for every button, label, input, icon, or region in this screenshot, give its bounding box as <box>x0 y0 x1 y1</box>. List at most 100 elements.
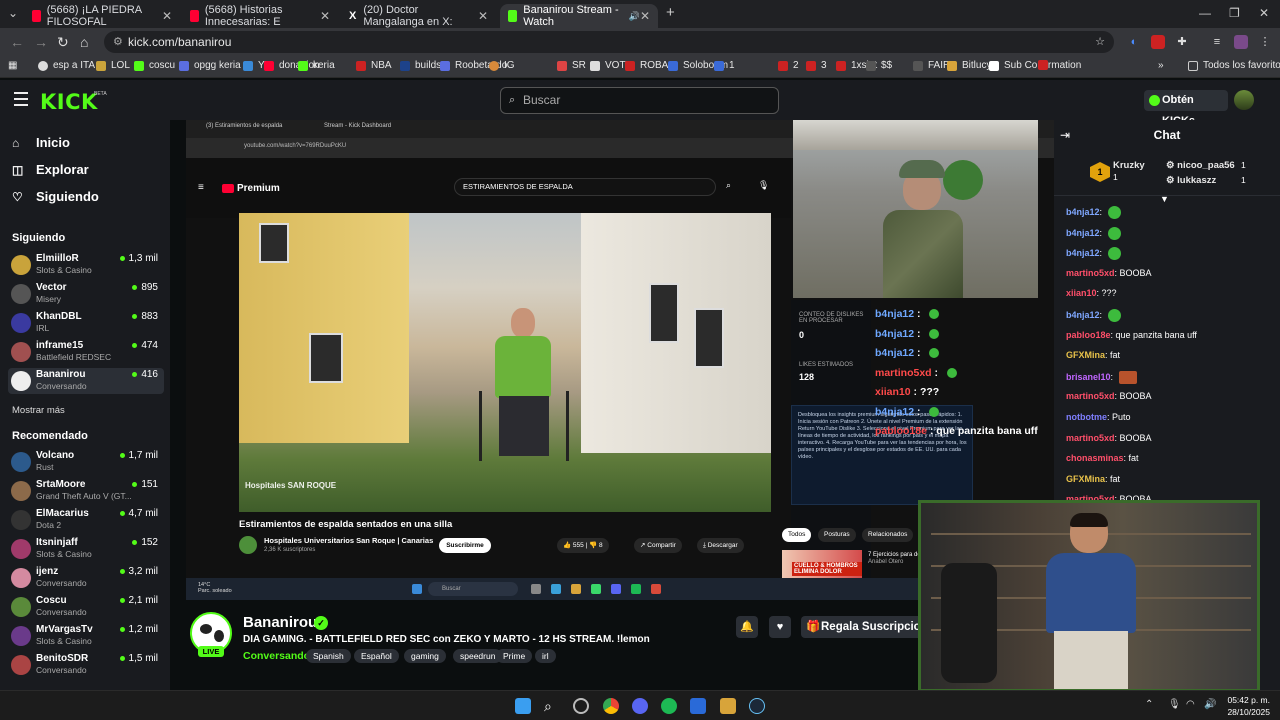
close-tab-icon[interactable]: ✕ <box>478 9 488 23</box>
sidebar-channel-volcano[interactable]: Volcano Rust 1,7 mil <box>8 449 164 475</box>
user-avatar[interactable] <box>1234 90 1254 110</box>
more-bookmarks-icon[interactable]: » <box>1158 60 1164 71</box>
extension-icon[interactable]: ◐ <box>1127 35 1141 49</box>
extension-icon[interactable] <box>1151 35 1165 49</box>
sidebar-channel-elmacarius[interactable]: ElMacarius Dota 2 4,7 mil <box>8 507 164 533</box>
bookmark[interactable]: 1 <box>714 60 735 71</box>
menu-dots-icon[interactable]: ⋮ <box>1258 35 1272 49</box>
tab-search-icon[interactable]: ⌄ <box>8 6 18 20</box>
chat-username[interactable]: chonasminas <box>1066 453 1124 463</box>
extensions-puzzle-icon[interactable]: ✚ <box>1175 35 1189 49</box>
wifi-icon[interactable]: ◠ <box>1186 699 1195 710</box>
sidebar-channel-mrvargastv[interactable]: MrVargasTv Slots & Casino 1,2 mil <box>8 623 164 649</box>
chat-username[interactable]: notbotme <box>1066 412 1107 422</box>
bookmark[interactable]: IG <box>489 60 515 71</box>
close-window-icon[interactable]: ✕ <box>1259 6 1269 20</box>
bookmark[interactable] <box>1038 60 1053 70</box>
nav-home[interactable]: ⌂ Inicio <box>12 135 70 150</box>
streamer-name[interactable]: Bananirou <box>243 614 317 631</box>
browser-tab[interactable]: X (20) Doctor Mangalanga en X: ✕ <box>340 4 496 28</box>
bookmark[interactable]: NBA <box>356 60 392 71</box>
star-icon[interactable]: ☆ <box>1093 35 1107 49</box>
bookmark[interactable]: keria <box>298 60 335 71</box>
restore-icon[interactable]: ❐ <box>1229 6 1240 20</box>
bookmark[interactable]: LOL <box>96 60 130 71</box>
bookmark[interactable]: Sub Confirmation <box>989 60 1081 71</box>
stream-tag[interactable]: Prime <box>496 649 533 663</box>
close-tab-icon[interactable]: ✕ <box>640 9 650 23</box>
chat-username[interactable]: brisanel10 <box>1066 372 1111 382</box>
leader-name[interactable]: ⚙ lukkaszz <box>1166 175 1216 186</box>
home-icon[interactable]: ⌂ <box>80 34 88 50</box>
sidebar-channel-bananirou[interactable]: Bananirou Conversando 416 <box>8 368 164 394</box>
windows-start-icon[interactable] <box>515 698 531 714</box>
bookmark[interactable]: ROBA <box>625 60 668 71</box>
stream-category[interactable]: Conversando <box>243 650 310 662</box>
tray-chevron-icon[interactable]: ⌃ <box>1145 699 1153 710</box>
bookmark[interactable]: SR <box>557 60 586 71</box>
bookmark[interactable]: Bitlucy <box>947 60 991 71</box>
search-input[interactable]: ⌕ Buscar <box>500 87 779 114</box>
show-more-link[interactable]: Mostrar más <box>12 405 65 416</box>
browser-tab[interactable]: (5668) Historias Innecesarias: E ✕ <box>182 4 338 28</box>
back-icon[interactable]: ← <box>10 34 24 50</box>
follow-heart-button[interactable]: ♥ <box>769 616 791 638</box>
sidebar-channel-elmiillor[interactable]: ElmiilloR Slots & Casino 1,3 mil <box>8 252 164 278</box>
spotify-icon[interactable] <box>661 698 677 714</box>
site-info-icon[interactable]: ⚙ <box>113 31 123 53</box>
bookmark[interactable]: coscu <box>134 60 175 71</box>
chrome-icon[interactable] <box>603 698 619 714</box>
expand-leaderboard-icon[interactable]: ▼ <box>1160 194 1169 204</box>
search-icon[interactable]: ⌕ <box>544 698 560 714</box>
notepad-icon[interactable] <box>690 698 706 714</box>
chat-username[interactable]: martino5xd <box>1066 268 1115 278</box>
chat-username[interactable]: b4nja12 <box>1066 310 1100 320</box>
chat-username[interactable]: GFXMina <box>1066 350 1105 360</box>
mic-icon[interactable]: 🎙 <box>1168 699 1181 710</box>
sidebar-channel-khandbl[interactable]: KhanDBL IRL 883 <box>8 310 164 336</box>
sidebar-channel-ijenz[interactable]: ijenz Conversando 3,2 mil <box>8 565 164 591</box>
chat-username[interactable]: xiian10 <box>1066 288 1097 298</box>
bookmark[interactable]: esp a ITA <box>38 60 95 71</box>
stream-tag[interactable]: Español <box>354 649 399 663</box>
bookmark[interactable]: builds <box>400 60 441 71</box>
discord-icon[interactable] <box>632 698 648 714</box>
get-kicks-button[interactable]: Obtén KICKs <box>1144 90 1228 127</box>
new-tab-icon[interactable]: + <box>666 4 675 21</box>
chat-username[interactable]: b4nja12 <box>1066 207 1100 217</box>
settings-gear-icon[interactable] <box>573 698 589 714</box>
nav-explore[interactable]: ◫ Explorar <box>12 162 89 177</box>
apps-icon[interactable]: ▦ <box>8 60 17 71</box>
bookmark[interactable]: $$ <box>866 60 892 71</box>
chat-username[interactable]: pabloo18e <box>1066 330 1111 340</box>
chat-username[interactable]: martino5xd <box>1066 391 1115 401</box>
kick-logo[interactable]: KICK <box>40 90 98 114</box>
sidebar-channel-coscu[interactable]: Coscu Conversando 2,1 mil <box>8 594 164 620</box>
close-tab-icon[interactable]: ✕ <box>320 9 330 23</box>
stream-tag[interactable]: Spanish <box>306 649 351 663</box>
chat-username[interactable]: GFXMina <box>1066 474 1105 484</box>
taskbar-clock[interactable]: 05:42 p. m. 28/10/2025 <box>1227 694 1270 718</box>
sidebar-channel-vector[interactable]: Vector Misery 895 <box>8 281 164 307</box>
chat-username[interactable]: b4nja12 <box>1066 227 1100 237</box>
sidebar-channel-benitosdr[interactable]: BenitoSDR Conversando 1,5 mil <box>8 652 164 678</box>
leader-name[interactable]: ⚙ nicoo_paa56 <box>1166 160 1235 171</box>
stream-tag[interactable]: gaming <box>404 649 446 663</box>
sidebar-channel-itsninjaff[interactable]: Itsninjaff Slots & Casino 152 <box>8 536 164 562</box>
volume-icon[interactable]: 🔊 <box>1204 699 1216 710</box>
chat-username[interactable]: martino5xd <box>1066 433 1115 443</box>
close-tab-icon[interactable]: ✕ <box>162 9 172 23</box>
sidebar-channel-srtamoore[interactable]: SrtaMoore Grand Theft Auto V (GT... 151 <box>8 478 164 504</box>
leader-name[interactable]: Kruzky <box>1113 160 1145 171</box>
gift-subs-button[interactable]: 🎁 Regala Suscripciones <box>801 616 931 638</box>
forward-icon[interactable]: → <box>34 34 48 50</box>
reload-icon[interactable]: ↻ <box>57 34 69 51</box>
all-bookmarks[interactable]: Todos los favoritos <box>1188 60 1280 71</box>
hamburger-menu-icon[interactable] <box>14 92 28 110</box>
stream-tag[interactable]: irl <box>535 649 556 663</box>
nav-following[interactable]: ♡ Siguiendo <box>12 189 99 204</box>
media-control-icon[interactable]: ≡ <box>1210 35 1224 49</box>
profile-icon[interactable] <box>1234 35 1248 49</box>
bookmark[interactable]: opgg keria <box>179 60 241 71</box>
notifications-bell-button[interactable]: 🔔 <box>736 616 758 638</box>
